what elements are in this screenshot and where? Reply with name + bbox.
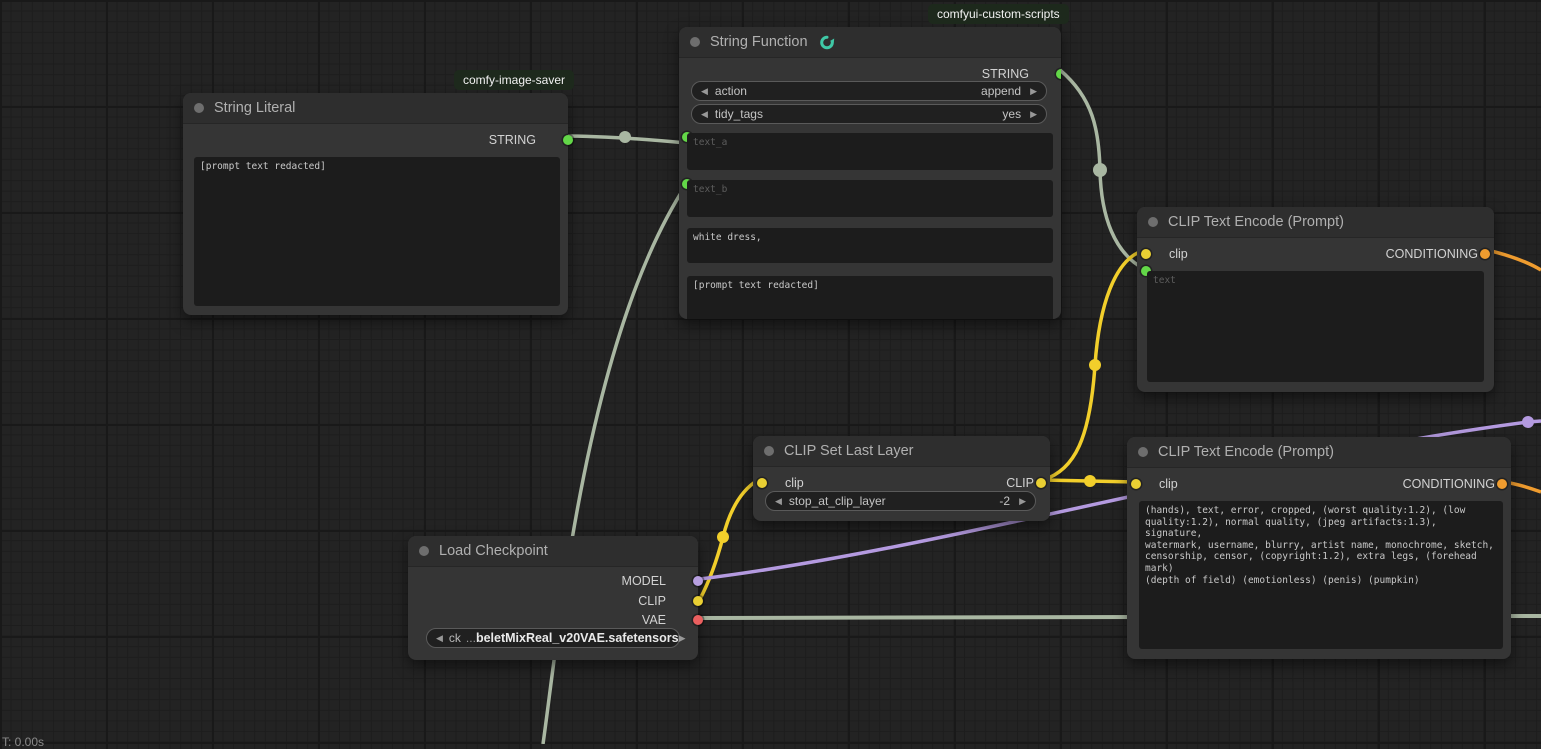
canvas-stats-text: T: 0.00s bbox=[2, 735, 44, 749]
widget-name: stop_at_clip_layer bbox=[789, 494, 999, 508]
string-output-port[interactable] bbox=[1056, 69, 1061, 79]
link-dot[interactable] bbox=[619, 131, 631, 143]
widget-name: ck bbox=[449, 631, 461, 645]
increment-arrow-icon[interactable]: ▶ bbox=[1030, 87, 1037, 96]
output-label: CLIP bbox=[1006, 476, 1034, 490]
badge-comfy-image-saver: comfy-image-saver bbox=[454, 70, 574, 90]
output-label: STRING bbox=[489, 133, 552, 147]
node-clip-text-encode-negative[interactable]: CLIP Text Encode (Prompt) clip CONDITION… bbox=[1127, 437, 1511, 659]
io-row: clip CONDITIONING bbox=[1137, 245, 1494, 263]
clip-output-port[interactable] bbox=[693, 596, 703, 606]
prev-checkpoint-arrow-icon[interactable]: ◀ bbox=[436, 634, 443, 643]
node-string-function-header[interactable]: String Function bbox=[679, 27, 1061, 58]
output-label: MODEL bbox=[622, 574, 682, 588]
collapse-dot-icon[interactable] bbox=[194, 103, 204, 113]
clip-input-port[interactable] bbox=[1131, 479, 1141, 489]
model-output-port[interactable] bbox=[693, 576, 703, 586]
placeholder: text bbox=[1153, 275, 1176, 286]
output-row-vae: VAE bbox=[408, 611, 698, 629]
increment-arrow-icon[interactable]: ▶ bbox=[1030, 110, 1037, 119]
node-header[interactable]: CLIP Text Encode (Prompt) bbox=[1137, 207, 1494, 238]
output-label: CLIP bbox=[638, 594, 682, 608]
increment-arrow-icon[interactable]: ▶ bbox=[1019, 497, 1026, 506]
link-dot[interactable] bbox=[717, 531, 729, 543]
placeholder: text_b bbox=[693, 184, 727, 195]
output-label: VAE bbox=[642, 613, 682, 627]
output-row-clip: CLIP bbox=[408, 592, 698, 610]
decrement-arrow-icon[interactable]: ◀ bbox=[701, 110, 708, 119]
collapse-dot-icon[interactable] bbox=[1138, 447, 1148, 457]
vae-output-port[interactable] bbox=[693, 615, 703, 625]
output-label: CONDITIONING bbox=[1403, 477, 1495, 491]
link-dot[interactable] bbox=[1093, 163, 1107, 177]
wire-pos-conditioning-out[interactable] bbox=[1487, 250, 1541, 270]
clip-input-port[interactable] bbox=[1141, 249, 1151, 259]
badge-comfyui-custom-scripts: comfyui-custom-scripts bbox=[928, 4, 1069, 24]
output-row-string: STRING bbox=[183, 131, 568, 149]
node-title: CLIP Text Encode (Prompt) bbox=[1168, 214, 1344, 230]
clip-output-port[interactable] bbox=[1036, 478, 1046, 488]
conditioning-output-port[interactable] bbox=[1497, 479, 1507, 489]
node-header[interactable]: CLIP Text Encode (Prompt) bbox=[1127, 437, 1511, 468]
collapse-dot-icon[interactable] bbox=[1148, 217, 1158, 227]
widget-stop-at-clip-layer[interactable]: ◀ stop_at_clip_layer -2 ▶ bbox=[765, 491, 1036, 511]
node-load-checkpoint[interactable]: Load Checkpoint MODEL CLIP VAE ◀ ck ... … bbox=[408, 536, 698, 660]
result-textarea[interactable]: [prompt text redacted] bbox=[687, 276, 1053, 319]
conditioning-output-port[interactable] bbox=[1480, 249, 1490, 259]
link-dot[interactable] bbox=[1089, 359, 1101, 371]
input-label: clip bbox=[1143, 477, 1178, 491]
link-dot[interactable] bbox=[1084, 475, 1096, 487]
collapse-dot-icon[interactable] bbox=[690, 37, 700, 47]
text-c-textarea[interactable]: white dress, bbox=[687, 228, 1053, 263]
node-title: CLIP Set Last Layer bbox=[784, 443, 914, 459]
wire-checkpoint-clip-to-setlayer[interactable] bbox=[700, 480, 758, 599]
widget-name: action bbox=[715, 84, 981, 98]
output-label: STRING bbox=[982, 67, 1045, 81]
node-title: String Literal bbox=[214, 100, 295, 116]
input-label: clip bbox=[769, 476, 804, 490]
io-row: clip CLIP bbox=[753, 474, 1050, 492]
node-title: Load Checkpoint bbox=[439, 543, 548, 559]
output-row-model: MODEL bbox=[408, 572, 698, 590]
node-string-function[interactable]: String Function STRING ◀ action append ▶… bbox=[679, 27, 1061, 319]
widget-value: append bbox=[981, 84, 1021, 98]
widget-value: yes bbox=[1002, 107, 1021, 121]
custom-scripts-swirl-icon bbox=[818, 35, 835, 50]
string-output-port[interactable] bbox=[563, 135, 573, 145]
widget-name: tidy_tags bbox=[715, 107, 1002, 121]
collapse-dot-icon[interactable] bbox=[419, 546, 429, 556]
negative-prompt-textarea[interactable]: (hands), text, error, cropped, (worst qu… bbox=[1139, 501, 1503, 649]
node-title: String Function bbox=[710, 34, 808, 50]
clip-input-port[interactable] bbox=[757, 478, 767, 488]
decrement-arrow-icon[interactable]: ◀ bbox=[701, 87, 708, 96]
node-string-literal-header[interactable]: String Literal bbox=[183, 93, 568, 124]
widget-tidy-tags[interactable]: ◀ tidy_tags yes ▶ bbox=[691, 104, 1047, 124]
link-dot[interactable] bbox=[1522, 416, 1534, 428]
node-clip-set-last-layer[interactable]: CLIP Set Last Layer clip CLIP ◀ stop_at_… bbox=[753, 436, 1050, 521]
widget-ckpt-name[interactable]: ◀ ck ... beletMixReal_v20VAE.safetensors… bbox=[426, 628, 680, 648]
node-clip-text-encode-positive[interactable]: CLIP Text Encode (Prompt) clip CONDITION… bbox=[1137, 207, 1494, 392]
node-header[interactable]: CLIP Set Last Layer bbox=[753, 436, 1050, 467]
text-a-textarea[interactable]: text_a bbox=[687, 133, 1053, 170]
widget-value: -2 bbox=[999, 494, 1010, 508]
next-checkpoint-arrow-icon[interactable]: ▶ bbox=[679, 634, 686, 643]
collapse-dot-icon[interactable] bbox=[764, 446, 774, 456]
widget-action[interactable]: ◀ action append ▶ bbox=[691, 81, 1047, 101]
prompt-textarea[interactable]: text bbox=[1147, 271, 1484, 382]
node-header[interactable]: Load Checkpoint bbox=[408, 536, 698, 567]
node-title: CLIP Text Encode (Prompt) bbox=[1158, 444, 1334, 460]
widget-value: beletMixReal_v20VAE.safetensors bbox=[476, 631, 679, 645]
io-row: clip CONDITIONING bbox=[1127, 475, 1511, 493]
text-b-textarea[interactable]: text_b bbox=[687, 180, 1053, 217]
input-label: clip bbox=[1153, 247, 1188, 261]
placeholder: text_a bbox=[693, 137, 727, 148]
string-literal-textarea[interactable]: [prompt text redacted] bbox=[194, 157, 560, 306]
output-label: CONDITIONING bbox=[1386, 247, 1478, 261]
node-string-literal[interactable]: String Literal STRING [prompt text redac… bbox=[183, 93, 568, 315]
widget-ellipsis: ... bbox=[466, 631, 476, 645]
decrement-arrow-icon[interactable]: ◀ bbox=[775, 497, 782, 506]
